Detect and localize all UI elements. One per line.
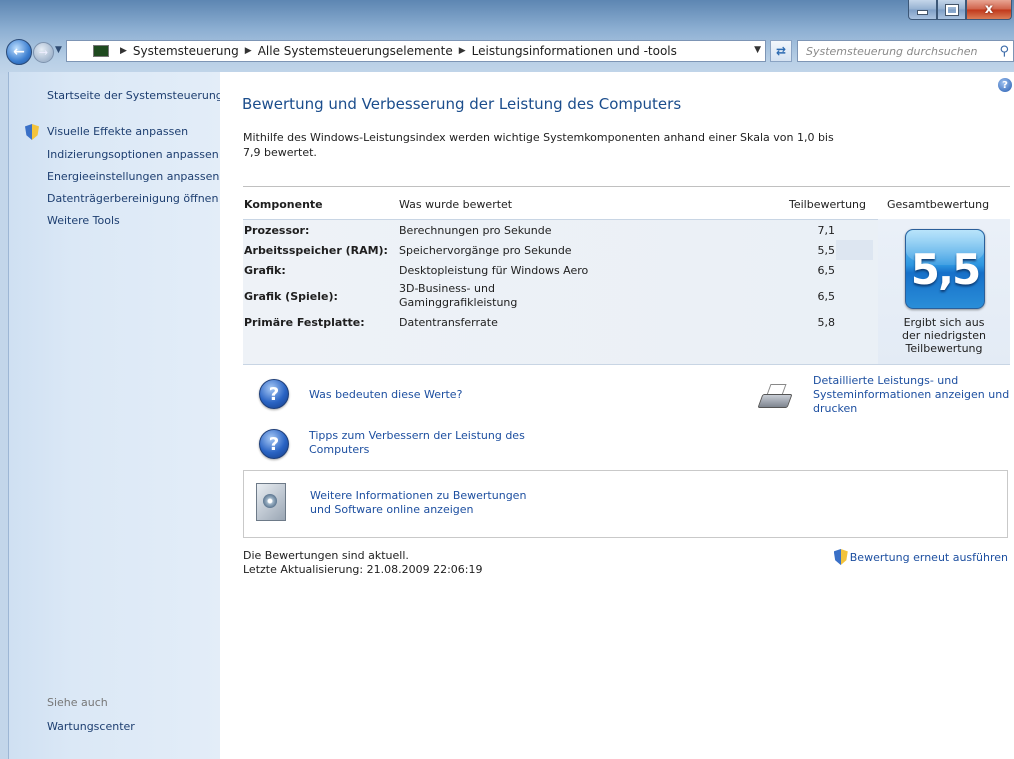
arrow-left-icon: ← (13, 44, 25, 60)
breadcrumb: ▶ Systemsteuerung ▶ Alle Systemsteuerung… (114, 44, 677, 58)
component-name: Prozessor: (244, 224, 310, 237)
link-line: Tipps zum Verbessern der Leistung des (309, 429, 525, 442)
subscore-value: 5,5 (817, 244, 836, 257)
breadcrumb-item-leistungsinformationen[interactable]: Leistungsinformationen und -tools (472, 44, 677, 58)
link-line: drucken (813, 402, 858, 415)
rated-text: Datentransferrate (399, 316, 498, 329)
maximize-icon (944, 3, 959, 16)
indexing-options-link[interactable]: Indizierungsoptionen anpassen (47, 148, 219, 161)
control-panel-home-link[interactable]: Startseite der Systemsteuerung (47, 89, 223, 102)
link-line: Computers (309, 443, 370, 456)
close-button[interactable]: x (966, 0, 1012, 20)
see-also-heading: Siehe auch (47, 696, 108, 709)
caption-buttons: x (908, 0, 1012, 20)
header-basescore: Gesamtbewertung (887, 198, 990, 211)
help-icon[interactable]: ? (998, 78, 1012, 92)
subscore-value: 6,5 (817, 264, 836, 277)
minimize-icon (917, 10, 928, 15)
base-score-caption: Ergibt sich aus der niedrigsten Teilbewe… (878, 316, 1010, 355)
performance-tips-link[interactable]: Tipps zum Verbessern der Leistung des Co… (309, 429, 525, 457)
back-button[interactable]: ← (6, 39, 32, 65)
address-bar[interactable]: ▶ Systemsteuerung ▶ Alle Systemsteuerung… (66, 40, 766, 62)
subscore-value: 6,5 (817, 290, 836, 303)
search-icon[interactable]: ⚲ (999, 44, 1009, 59)
what-scores-mean-link[interactable]: Was bedeuten diese Werte? (309, 388, 462, 402)
component-name: Primäre Festplatte: (244, 316, 365, 329)
status-line: Die Bewertungen sind aktuell. (243, 549, 409, 562)
header-subscore: Teilbewertung (789, 198, 867, 211)
component-name: Grafik (Spiele): (244, 290, 338, 303)
caption-line: Ergibt sich aus (903, 316, 985, 329)
breadcrumb-item-alle-elemente[interactable]: Alle Systemsteuerungselemente (258, 44, 453, 58)
online-info-link[interactable]: Weitere Informationen zu Bewertungen und… (310, 489, 526, 517)
rated-text: Berechnungen pro Sekunde (399, 224, 552, 237)
task-pane: Startseite der Systemsteuerung Visuelle … (8, 72, 223, 759)
link-line: Systeminformationen anzeigen und (813, 388, 1010, 401)
subscore-value: 5,8 (817, 316, 836, 329)
address-dropdown-icon[interactable]: ▼ (754, 45, 761, 55)
page-title: Bewertung und Verbesserung der Leistung … (242, 95, 682, 113)
chevron-down-icon: ▼ (55, 45, 62, 55)
component-name: Grafik: (244, 264, 286, 277)
caption-line: der niedrigsten (902, 329, 986, 342)
intro-text: Mithilfe des Windows-Leistungsindex werd… (243, 130, 853, 160)
intro-line: 7,9 bewertet. (243, 146, 317, 159)
control-panel-icon (93, 45, 109, 57)
rerun-assessment-link[interactable]: Bewertung erneut ausführen (833, 549, 1008, 565)
link-line: Weitere Informationen zu Bewertungen (310, 489, 527, 502)
rated-text: Desktopleistung für Windows Aero (399, 264, 589, 277)
forward-button[interactable]: → (33, 42, 54, 63)
base-score-value: 5,5 (910, 244, 981, 294)
header-component: Komponente (244, 198, 323, 211)
status-text: Die Bewertungen sind aktuell. Letzte Akt… (243, 549, 483, 577)
uac-shield-icon (25, 124, 39, 140)
component-name: Arbeitsspeicher (RAM): (244, 244, 388, 257)
visual-effects-link[interactable]: Visuelle Effekte anpassen (47, 125, 188, 138)
help-question-icon: ? (259, 429, 289, 459)
subscore-value: 7,1 (817, 224, 836, 237)
rated-text: Gaminggrafikleistung (399, 296, 518, 309)
lowest-score-highlight (836, 240, 873, 260)
link-line: Detaillierte Leistungs- und (813, 374, 959, 387)
refresh-icon: ⇄ (775, 44, 787, 58)
action-center-link[interactable]: Wartungscenter (47, 720, 135, 733)
power-settings-link[interactable]: Energieeinstellungen anpassen (47, 170, 219, 183)
base-score-column: 5,5 Ergibt sich aus der niedrigsten Teil… (878, 219, 1010, 364)
breadcrumb-separator-icon[interactable]: ▶ (459, 46, 466, 56)
software-box-icon (256, 483, 286, 521)
breadcrumb-separator-icon[interactable]: ▶ (245, 46, 252, 56)
navigation-bar: ← → ▼ ▶ Systemsteuerung ▶ Alle Systemste… (0, 34, 1014, 68)
minimize-button[interactable] (908, 0, 937, 20)
last-update-line: Letzte Aktualisierung: 21.08.2009 22:06:… (243, 563, 483, 576)
close-icon: x (984, 2, 994, 17)
main-content: ? Bewertung und Verbesserung der Leistun… (220, 72, 1014, 759)
rerun-label: Bewertung erneut ausführen (849, 550, 1008, 564)
base-score-tile: 5,5 (905, 229, 985, 309)
header-rated: Was wurde bewertet (399, 198, 513, 211)
score-table: Komponente Was wurde bewertet Teilbewert… (243, 186, 1010, 365)
recent-pages-button[interactable]: ▼ (55, 45, 62, 55)
uac-shield-icon (833, 549, 848, 565)
more-tools-link[interactable]: Weitere Tools (47, 214, 120, 227)
breadcrumb-separator-icon[interactable]: ▶ (120, 46, 127, 56)
search-input[interactable] (804, 43, 988, 59)
search-box: ⚲ (797, 40, 1014, 62)
online-info-box: Weitere Informationen zu Bewertungen und… (243, 470, 1008, 538)
window: x ← → ▼ ▶ Systemsteuerung ▶ Alle Systems… (0, 0, 1014, 759)
maximize-button[interactable] (937, 0, 966, 20)
rated-text: 3D-Business- und (399, 282, 495, 295)
disk-cleanup-link[interactable]: Datenträgerbereinigung öffnen (47, 192, 218, 205)
rated-text: Speichervorgänge pro Sekunde (399, 244, 572, 257)
refresh-button[interactable]: ⇄ (770, 40, 792, 62)
link-line: und Software online anzeigen (310, 503, 474, 516)
table-header: Komponente Was wurde bewertet Teilbewert… (243, 186, 1010, 220)
printer-icon (757, 384, 793, 410)
arrow-right-icon: → (38, 46, 49, 59)
help-question-icon: ? (259, 379, 289, 409)
detailed-info-link[interactable]: Detaillierte Leistungs- und Systeminform… (813, 374, 1009, 416)
breadcrumb-item-systemsteuerung[interactable]: Systemsteuerung (133, 44, 239, 58)
intro-line: Mithilfe des Windows-Leistungsindex werd… (243, 131, 834, 144)
caption-line: Teilbewertung (905, 342, 983, 355)
